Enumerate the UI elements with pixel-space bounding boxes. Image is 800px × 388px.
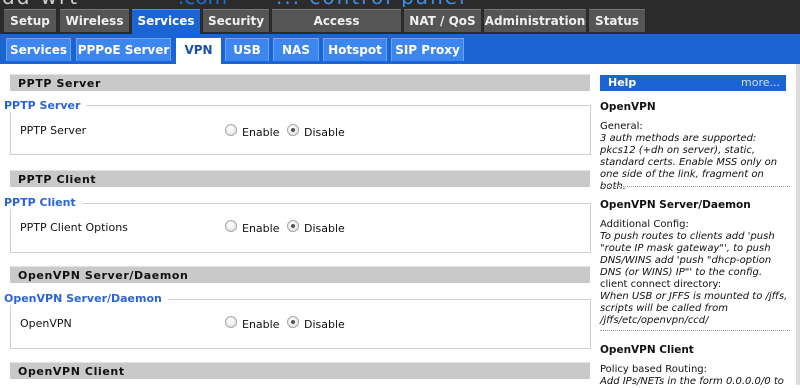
section-header-pptp-client: PPTP Client xyxy=(10,170,590,187)
help-block-title: OpenVPN xyxy=(600,101,656,113)
tab-security[interactable]: Security xyxy=(203,9,269,32)
subtab-pppoe-server[interactable]: PPPoE Server xyxy=(76,38,171,61)
section-header-pptp-server: PPTP Server xyxy=(10,74,590,91)
help-text: When USB or JFFS is mounted to /jffs, sc… xyxy=(600,291,788,326)
radio-label-disable: Disable xyxy=(304,318,345,331)
tab-status[interactable]: Status xyxy=(589,9,645,32)
help-title: Help xyxy=(608,76,637,89)
help-more-link[interactable]: more... xyxy=(741,75,780,91)
help-text: General: xyxy=(600,121,643,132)
radio-pptp-server-enable[interactable] xyxy=(225,124,237,136)
radio-label-disable: Disable xyxy=(304,126,345,139)
help-block-openvpn-server: OpenVPN Server/Daemon Additional Config:… xyxy=(600,199,790,327)
radio-pptp-server-disable[interactable] xyxy=(287,124,299,136)
tab-access-restrictions[interactable]: Access Restrictions xyxy=(272,9,401,51)
radio-openvpn-disable[interactable] xyxy=(287,316,299,328)
scrollbar-track[interactable] xyxy=(796,64,800,385)
subtab-services[interactable]: Services xyxy=(6,38,71,61)
section-header-openvpn-server: OpenVPN Server/Daemon xyxy=(10,266,590,283)
label-pptp-client-options: PPTP Client Options xyxy=(20,221,128,234)
radio-pptp-client-enable[interactable] xyxy=(225,220,237,232)
subtab-nas[interactable]: NAS xyxy=(273,38,319,61)
radio-label-enable: Enable xyxy=(242,222,280,235)
sub-navigation: Services PPPoE Server VPN USB NAS Hotspo… xyxy=(0,34,800,64)
radio-label-enable: Enable xyxy=(242,318,280,331)
label-openvpn: OpenVPN xyxy=(20,317,72,330)
legend-openvpn-server: OpenVPN Server/Daemon xyxy=(4,292,168,305)
radio-label-disable: Disable xyxy=(304,222,345,235)
help-text: Additional Config: xyxy=(600,219,689,230)
legend-pptp-server: PPTP Server xyxy=(4,99,87,112)
tab-services[interactable]: Services xyxy=(132,9,200,34)
legend-pptp-client: PPTP Client xyxy=(4,196,82,209)
help-block-openvpn-client: OpenVPN Client Policy based Routing: Add… xyxy=(600,344,790,388)
section-header-openvpn-client: OpenVPN Client xyxy=(10,362,590,379)
logo: dd-wrt.com... control panel xyxy=(0,0,800,7)
help-header: Help more... xyxy=(600,75,786,91)
label-pptp-server: PPTP Server xyxy=(20,124,87,137)
help-block-openvpn: OpenVPN General: 3 auth methods are supp… xyxy=(600,101,790,193)
fieldset-openvpn-server xyxy=(10,299,591,349)
subtab-hotspot[interactable]: Hotspot xyxy=(323,38,387,61)
help-text: 3 auth methods are supported: pkcs12 (+d… xyxy=(600,133,778,192)
help-text: Policy based Routing: xyxy=(600,364,708,375)
tab-setup[interactable]: Setup xyxy=(4,9,56,32)
fieldset-pptp-server xyxy=(10,105,591,155)
help-text: client connect directory: xyxy=(600,279,722,290)
help-divider xyxy=(600,186,790,187)
subtab-vpn[interactable]: VPN xyxy=(176,38,221,64)
radio-pptp-client-disable[interactable] xyxy=(287,220,299,232)
help-divider xyxy=(600,330,790,331)
radio-openvpn-enable[interactable] xyxy=(225,316,237,328)
help-block-title: OpenVPN Server/Daemon xyxy=(600,199,751,211)
help-text: To push routes to clients add 'push "rou… xyxy=(600,231,775,278)
subtab-sip-proxy[interactable]: SIP Proxy xyxy=(391,38,464,61)
help-text: Add IPs/NETs in the form 0.0.0.0/0 to xyxy=(600,376,784,387)
help-block-title: OpenVPN Client xyxy=(600,344,694,356)
tab-nat-qos[interactable]: NAT / QoS xyxy=(404,9,481,32)
subtab-usb[interactable]: USB xyxy=(225,38,269,61)
tab-wireless[interactable]: Wireless xyxy=(60,9,129,32)
tab-administration[interactable]: Administration xyxy=(484,9,586,32)
radio-label-enable: Enable xyxy=(242,126,280,139)
